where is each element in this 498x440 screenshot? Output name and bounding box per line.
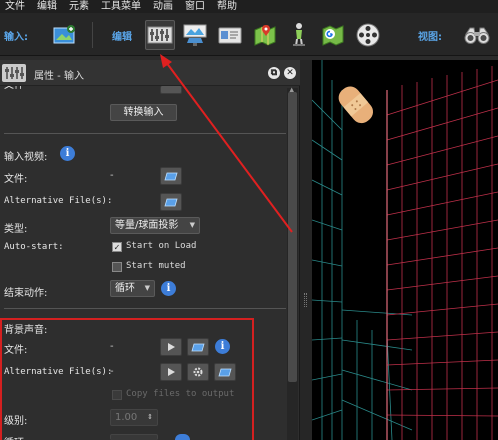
annotation-arrow — [160, 54, 293, 233]
